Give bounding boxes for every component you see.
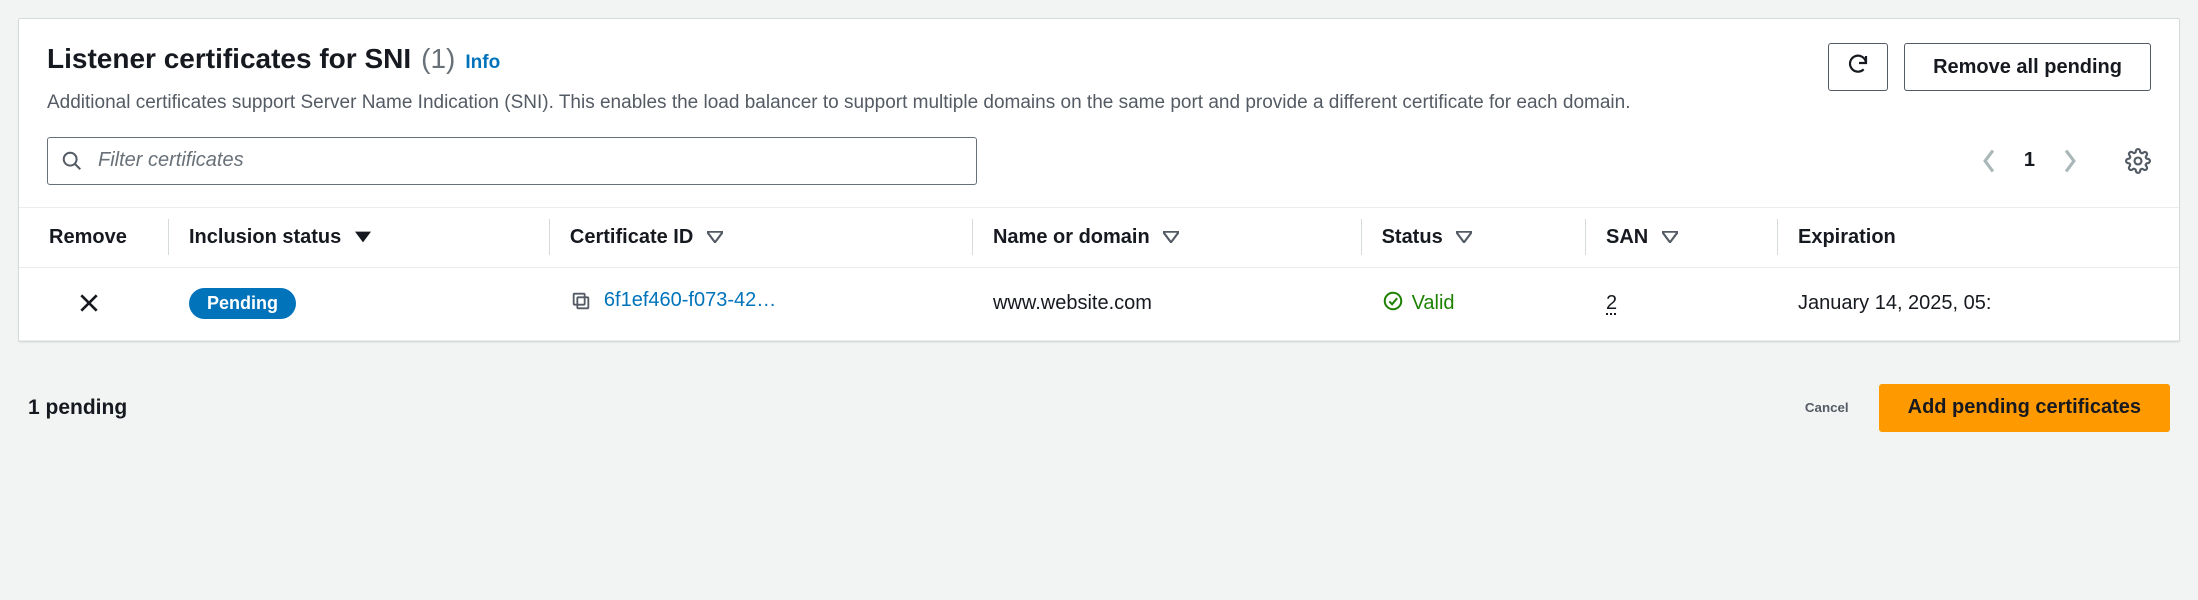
status-valid: Valid [1382,290,1455,318]
domain-value: www.website.com [993,292,1152,314]
col-san[interactable]: SAN [1586,207,1778,267]
expiration-value: January 14, 2025, 05: [1798,292,1991,314]
status-text: Valid [1412,292,1455,315]
filter-input[interactable] [47,137,977,185]
col-status-label: Status [1382,226,1443,248]
col-remove-label: Remove [49,226,127,248]
footer-bar: 1 pending Cancel Add pending certificate… [0,360,2198,456]
filter-icon [1163,231,1179,243]
settings-button[interactable] [2125,148,2151,174]
info-link[interactable]: Info [465,52,500,74]
refresh-button[interactable] [1828,43,1888,91]
add-pending-certificates-button[interactable]: Add pending certificates [1879,384,2170,432]
col-inclusion-status-label: Inclusion status [189,226,341,248]
col-certificate-id-label: Certificate ID [570,226,693,248]
pagination: 1 [1980,148,2151,174]
item-count: (1) [421,43,455,75]
copy-icon[interactable] [570,290,592,312]
certificates-panel: Listener certificates for SNI (1) Info A… [18,18,2180,342]
page-title: Listener certificates for SNI [47,43,411,75]
refresh-icon [1846,52,1870,82]
col-inclusion-status[interactable]: Inclusion status [169,207,550,267]
col-status[interactable]: Status [1362,207,1586,267]
san-count[interactable]: 2 [1606,292,1617,314]
col-san-label: SAN [1606,226,1648,248]
title-block: Listener certificates for SNI (1) Info A… [47,43,1808,117]
search-icon [61,150,83,172]
panel-header: Listener certificates for SNI (1) Info A… [19,19,2179,117]
remove-all-pending-button[interactable]: Remove all pending [1904,43,2151,91]
col-remove: Remove [19,207,169,267]
certificate-id-link[interactable]: 6f1ef460-f073-42… [604,289,776,312]
footer-actions: Cancel Add pending certificates [1805,384,2170,432]
cancel-button[interactable]: Cancel [1805,400,1849,415]
next-page-button[interactable] [2061,148,2079,174]
prev-page-button[interactable] [1980,148,1998,174]
col-name-or-domain-label: Name or domain [993,226,1150,248]
certificates-table: Remove Inclusion status Certificate ID N… [19,207,2179,341]
page-number: 1 [2024,149,2035,172]
col-expiration-label: Expiration [1798,226,1896,248]
status-badge: Pending [189,288,296,319]
title-row: Listener certificates for SNI (1) Info [47,43,1808,75]
pending-count: 1 pending [28,396,127,420]
table-row: Pending 6f1ef460-f073-42… www.website.co… [19,267,2179,340]
search-wrap [47,137,977,185]
header-actions: Remove all pending [1828,43,2151,91]
col-name-or-domain[interactable]: Name or domain [973,207,1362,267]
toolbar: 1 [19,117,2179,207]
filter-icon [1456,231,1472,243]
check-circle-icon [1382,290,1404,318]
filter-icon [707,231,723,243]
remove-row-button[interactable] [74,288,104,318]
col-expiration[interactable]: Expiration [1778,207,2179,267]
filter-icon [1662,231,1678,243]
sort-desc-icon [355,231,371,243]
col-certificate-id[interactable]: Certificate ID [550,207,973,267]
table-header-row: Remove Inclusion status Certificate ID N… [19,207,2179,267]
panel-description: Additional certificates support Server N… [47,89,1808,117]
